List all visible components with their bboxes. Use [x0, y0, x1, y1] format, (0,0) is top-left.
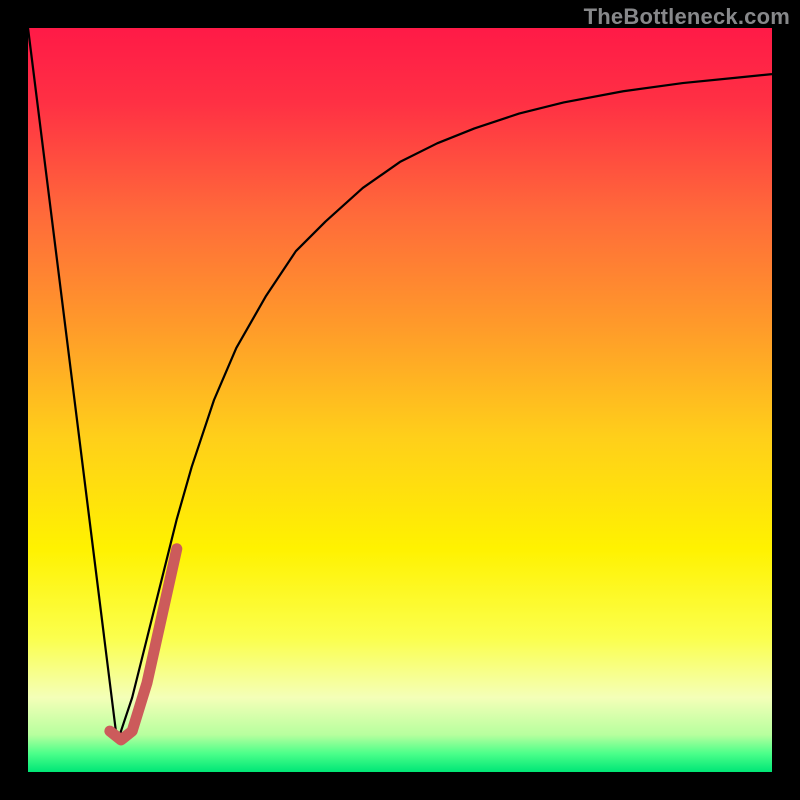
curve-marker-hook: [110, 549, 177, 740]
watermark-text: TheBottleneck.com: [584, 4, 790, 30]
curve-left-line: [28, 28, 117, 742]
chart-frame: TheBottleneck.com: [0, 0, 800, 800]
chart-plot-area: [28, 28, 772, 772]
curve-right-arc: [117, 74, 772, 742]
chart-curves-layer: [28, 28, 772, 772]
